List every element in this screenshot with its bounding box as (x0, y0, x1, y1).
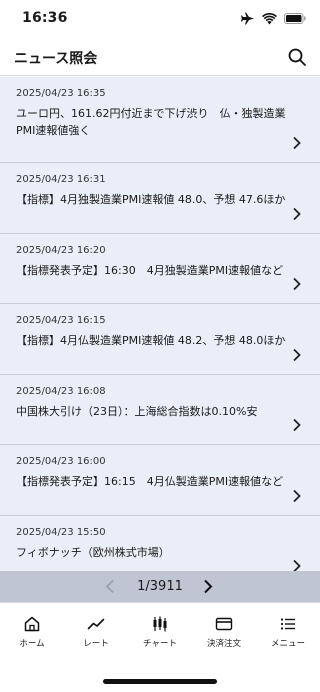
chevron-right-icon (293, 277, 301, 291)
news-item[interactable]: 2025/04/23 15:50 フィボナッチ（欧州株式市場） (0, 515, 320, 571)
tab-label: チャート (143, 639, 177, 649)
home-indicator (103, 679, 217, 684)
news-date: 2025/04/23 16:20 (16, 244, 106, 256)
pagination-bar: 1/3911 (0, 571, 320, 602)
chevron-right-icon (293, 348, 301, 361)
page-indicator: 1/3911 (137, 579, 183, 594)
search-icon (288, 48, 306, 66)
tab-settlement-order[interactable]: 決済注文 (192, 615, 256, 649)
news-item[interactable]: 2025/04/23 16:08 中国株大引け（23日）：上海総合指数は0.10… (0, 374, 320, 445)
tab-menu[interactable]: メニュー (256, 615, 320, 649)
news-date: 2025/04/23 15:50 (16, 526, 106, 538)
news-date: 2025/04/23 16:00 (16, 456, 106, 467)
battery-icon (284, 13, 306, 24)
page-title: ニュース照会 (14, 51, 98, 67)
news-item[interactable]: 2025/04/23 16:31 【指標】4月独製造業PMI速報値 48.0、予… (0, 163, 320, 234)
wifi-icon (262, 12, 277, 24)
news-date: 2025/04/23 16:15 (16, 315, 106, 326)
news-title: 中国株大引け（23日）：上海総合指数は0.10%安 (16, 404, 258, 418)
news-item[interactable]: 2025/04/23 16:35 ユーロ円、161.62円付近まで下げ渋り 仏・… (0, 77, 320, 163)
status-bar: 16:36 (0, 0, 320, 38)
card-icon (215, 617, 233, 631)
news-date: 2025/04/23 16:35 (16, 88, 106, 99)
tab-rate[interactable]: レート (64, 615, 128, 649)
news-item[interactable]: 2025/04/23 16:15 【指標】4月仏製造業PMI速報値 48.2、予… (0, 304, 320, 375)
chevron-right-icon (293, 136, 301, 150)
news-title: 【指標発表予定】16:15 4月仏製造業PMI速報値など (16, 475, 284, 488)
chevron-right-icon (293, 207, 301, 220)
news-title: 【指標】4月独製造業PMI速報値 48.0、予想 47.6ほか (16, 193, 286, 206)
candlestick-icon (153, 616, 167, 632)
chevron-right-icon (293, 559, 301, 571)
news-title: 【指標発表予定】16:30 4月独製造業PMI速報値など (16, 263, 284, 277)
page-header: ニュース照会 (0, 38, 320, 76)
menu-list-icon (280, 618, 295, 630)
tab-label: ホーム (19, 639, 45, 649)
tab-label: 決済注文 (206, 639, 241, 649)
search-button[interactable] (286, 46, 308, 68)
status-icons (241, 12, 306, 25)
chevron-right-icon[interactable] (202, 579, 214, 594)
tab-label: レート (83, 639, 109, 649)
status-time: 16:36 (22, 10, 68, 26)
chevron-right-icon (293, 489, 301, 502)
tab-chart[interactable]: チャート (128, 615, 192, 649)
airplane-icon (241, 12, 254, 25)
news-date: 2025/04/23 16:31 (16, 174, 106, 185)
news-date: 2025/04/23 16:08 (16, 385, 106, 397)
news-item[interactable]: 2025/04/23 16:20 【指標発表予定】16:30 4月独製造業PMI… (0, 233, 320, 304)
news-list[interactable]: 2025/04/23 16:35 ユーロ円、161.62円付近まで下げ渋り 仏・… (0, 77, 320, 571)
trend-line-icon (87, 618, 105, 630)
news-title: ユーロ円、161.62円付近まで下げ渋り 仏・独製造業PMI速報値強く (16, 107, 286, 137)
tab-home[interactable]: ホーム (0, 615, 64, 649)
home-icon (24, 616, 40, 632)
chevron-right-icon (293, 418, 301, 432)
tab-label: メニュー (270, 639, 305, 649)
news-title: 【指標】4月仏製造業PMI速報値 48.2、予想 48.0ほか (16, 334, 286, 347)
news-title: フィボナッチ（欧州株式市場） (16, 545, 170, 559)
news-item[interactable]: 2025/04/23 16:00 【指標発表予定】16:15 4月仏製造業PMI… (0, 445, 320, 516)
